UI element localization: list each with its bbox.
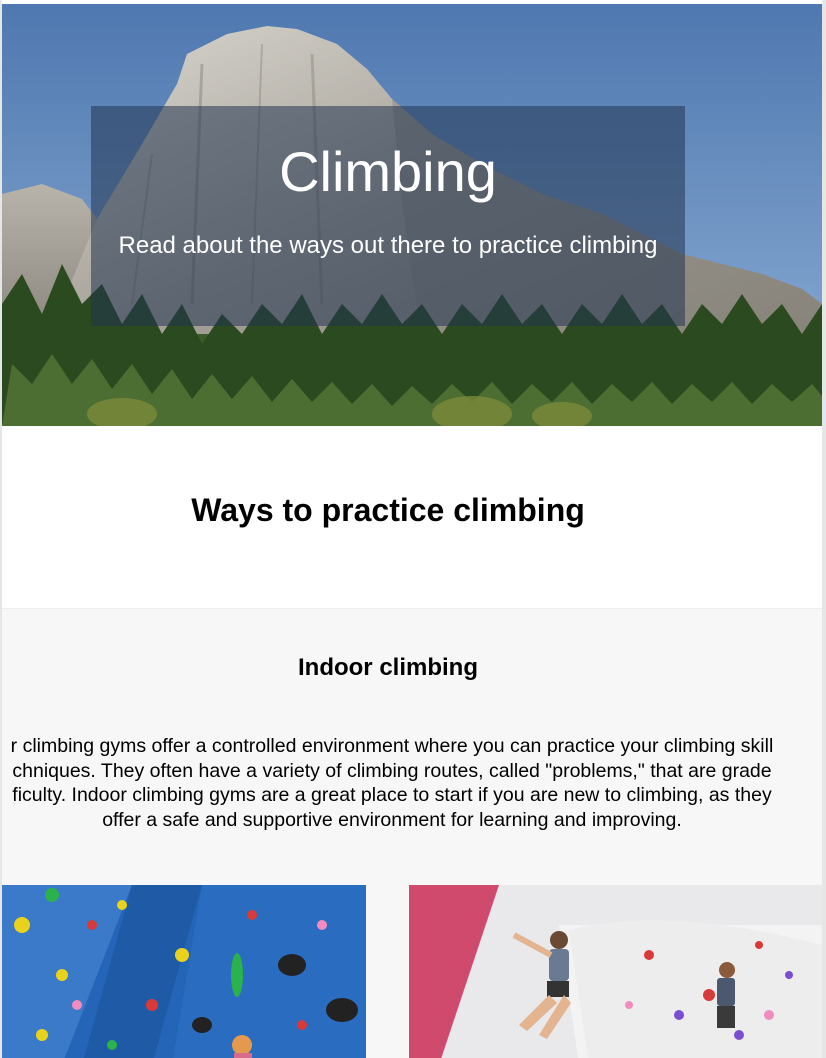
- climbing-wall-photo: [2, 885, 366, 1058]
- description-line: ficulty. Indoor climbing gyms are a grea…: [12, 784, 772, 806]
- hero-title: Climbing: [279, 140, 497, 203]
- description-line: offer a safe and supportive environment …: [102, 808, 682, 831]
- section-heading: Ways to practice climbing: [191, 492, 585, 528]
- indoor-climbing-section: Indoor climbing r climbing gyms offer a …: [2, 608, 822, 1058]
- ways-section: Ways to practice climbing: [2, 426, 822, 608]
- indoor-description: r climbing gyms offer a controlled envir…: [2, 734, 822, 832]
- description-line: r climbing gyms offer a controlled envir…: [10, 735, 774, 757]
- indoor-heading: Indoor climbing: [298, 654, 478, 681]
- hero-subtitle: Read about the ways out there to practic…: [118, 232, 658, 259]
- description-line: chniques. They often have a variety of c…: [12, 759, 772, 782]
- hero-overlay: [91, 106, 685, 326]
- hero-banner: Climbing Read about the ways out there t…: [2, 4, 822, 426]
- bouldering-gym-photo: [409, 885, 822, 1058]
